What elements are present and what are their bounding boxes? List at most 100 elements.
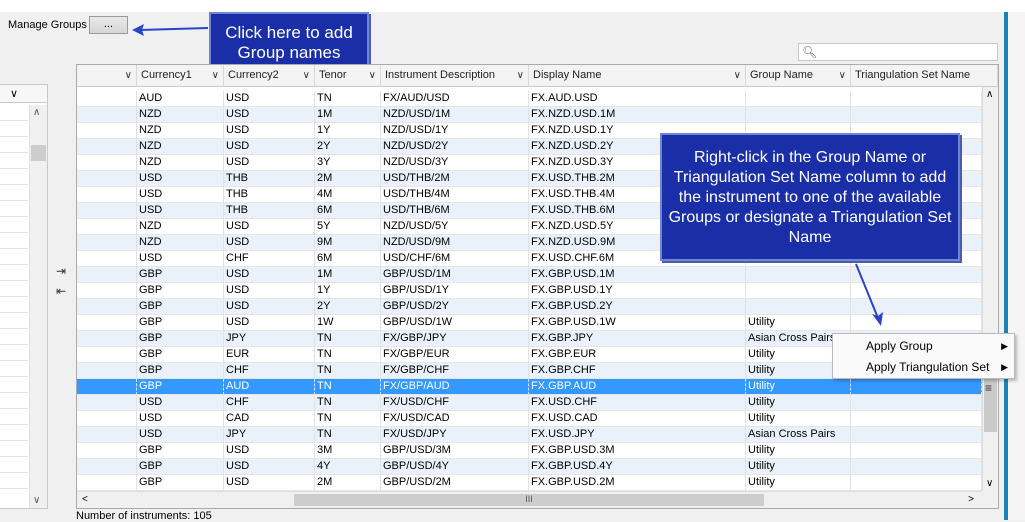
cell-group-name[interactable]: Utility <box>746 315 851 331</box>
cell-currency2[interactable]: JPY <box>224 427 315 443</box>
cell-currency2[interactable]: AUD <box>224 379 315 395</box>
grid-vertical-scrollbar[interactable]: ∧ ∨ <box>982 87 998 491</box>
cell-select[interactable] <box>77 363 137 379</box>
cell-currency2[interactable]: USD <box>224 267 315 283</box>
column-header-triangulation-set-name[interactable]: Triangulation Set Name <box>851 65 998 87</box>
column-header-display-name[interactable]: Display Name ∨ <box>529 65 746 87</box>
cell-group-name[interactable]: Utility <box>746 459 851 475</box>
column-header-tenor[interactable]: Tenor ∨ <box>315 65 381 87</box>
cell-currency2[interactable]: USD <box>224 459 315 475</box>
cell-tenor[interactable]: 4Y <box>315 459 381 475</box>
move-right-icon[interactable]: ⇥ <box>56 264 74 284</box>
cell-tenor[interactable]: 1W <box>315 315 381 331</box>
scroll-left-icon[interactable]: < <box>82 494 88 505</box>
cell-instrument-description[interactable]: NZD/USD/3Y <box>381 155 529 171</box>
menu-item-apply-group[interactable]: Apply Group ▶ <box>833 336 1014 356</box>
cell-triangulation-set-name[interactable] <box>851 395 982 411</box>
search-input[interactable]: 🔍︎ <box>798 43 998 61</box>
scroll-thumb[interactable] <box>31 145 46 161</box>
cell-currency1[interactable]: GBP <box>137 459 224 475</box>
cell-select[interactable] <box>77 331 137 347</box>
cell-currency2[interactable]: USD <box>224 155 315 171</box>
cell-select[interactable] <box>77 155 137 171</box>
cell-tenor[interactable]: 6M <box>315 203 381 219</box>
cell-tenor[interactable]: 9M <box>315 235 381 251</box>
chevron-down-icon[interactable]: ∨ <box>125 65 132 86</box>
cell-select[interactable] <box>77 171 137 187</box>
cell-group-name[interactable] <box>746 283 851 299</box>
cell-display-name[interactable]: FX.GBP.USD.4Y <box>529 459 746 475</box>
cell-tenor[interactable]: 6M <box>315 251 381 267</box>
cell-currency1[interactable]: GBP <box>137 347 224 363</box>
cell-instrument-description[interactable]: GBP/USD/2M <box>381 475 529 491</box>
cell-currency2[interactable]: USD <box>224 299 315 315</box>
cell-display-name[interactable]: FX.GBP.USD.1Y <box>529 283 746 299</box>
manage-groups-button[interactable]: ... <box>89 16 128 34</box>
cell-tenor[interactable]: 2M <box>315 171 381 187</box>
table-row[interactable]: GBP USD 2M GBP/USD/2M FX.GBP.USD.2M Utility <box>77 475 982 491</box>
cell-tenor[interactable]: 2M <box>315 475 381 491</box>
cell-currency1[interactable]: GBP <box>137 299 224 315</box>
cell-select[interactable] <box>77 443 137 459</box>
cell-tenor[interactable]: TN <box>315 91 381 107</box>
cell-select[interactable] <box>77 459 137 475</box>
cell-display-name[interactable]: FX.GBP.AUD <box>529 379 746 395</box>
cell-instrument-description[interactable]: FX/GBP/CHF <box>381 363 529 379</box>
cell-instrument-description[interactable]: USD/CHF/6M <box>381 251 529 267</box>
cell-tenor[interactable]: 5Y <box>315 219 381 235</box>
table-row[interactable]: NZD USD 1M NZD/USD/1M FX.NZD.USD.1M <box>77 107 982 123</box>
cell-instrument-description[interactable]: GBP/USD/3M <box>381 443 529 459</box>
cell-instrument-description[interactable]: NZD/USD/2Y <box>381 139 529 155</box>
cell-display-name[interactable]: FX.NZD.USD.1M <box>529 107 746 123</box>
cell-select[interactable] <box>77 427 137 443</box>
cell-select[interactable] <box>77 283 137 299</box>
cell-tenor[interactable]: TN <box>315 363 381 379</box>
cell-display-name[interactable]: FX.GBP.USD.2M <box>529 475 746 491</box>
cell-currency2[interactable]: USD <box>224 91 315 107</box>
cell-triangulation-set-name[interactable] <box>851 91 982 107</box>
cell-tenor[interactable]: TN <box>315 411 381 427</box>
cell-instrument-description[interactable]: FX/AUD/USD <box>381 91 529 107</box>
cell-instrument-description[interactable]: USD/THB/4M <box>381 187 529 203</box>
cell-tenor[interactable]: TN <box>315 331 381 347</box>
cell-tenor[interactable]: TN <box>315 427 381 443</box>
cell-currency2[interactable]: THB <box>224 187 315 203</box>
cell-currency1[interactable]: USD <box>137 187 224 203</box>
table-row[interactable]: USD CAD TN FX/USD/CAD FX.USD.CAD Utility <box>77 411 982 427</box>
cell-currency2[interactable]: EUR <box>224 347 315 363</box>
cell-currency2[interactable]: USD <box>224 283 315 299</box>
cell-instrument-description[interactable]: FX/USD/JPY <box>381 427 529 443</box>
cell-tenor[interactable]: TN <box>315 395 381 411</box>
table-row[interactable]: USD JPY TN FX/USD/JPY FX.USD.JPY Asian Cross … <box>77 427 982 443</box>
cell-instrument-description[interactable]: GBP/USD/1Y <box>381 283 529 299</box>
cell-select[interactable] <box>77 315 137 331</box>
cell-currency2[interactable]: USD <box>224 443 315 459</box>
cell-triangulation-set-name[interactable] <box>851 379 982 395</box>
cell-currency1[interactable]: USD <box>137 411 224 427</box>
table-row[interactable]: GBP AUD TN FX/GBP/AUD FX.GBP.AUD Utility <box>77 379 982 395</box>
cell-currency1[interactable]: NZD <box>137 235 224 251</box>
cell-display-name[interactable]: FX.GBP.EUR <box>529 347 746 363</box>
column-header-instrument-description[interactable]: Instrument Description ∨ <box>381 65 529 87</box>
cell-group-name[interactable]: Utility <box>746 411 851 427</box>
cell-display-name[interactable]: FX.AUD.USD <box>529 91 746 107</box>
cell-currency1[interactable]: USD <box>137 203 224 219</box>
cell-currency2[interactable]: USD <box>224 219 315 235</box>
cell-select[interactable] <box>77 123 137 139</box>
cell-group-name[interactable]: Utility <box>746 475 851 491</box>
column-header-currency2[interactable]: Currency2 ∨ <box>224 65 315 87</box>
cell-display-name[interactable]: FX.USD.CAD <box>529 411 746 427</box>
cell-triangulation-set-name[interactable] <box>851 459 982 475</box>
cell-select[interactable] <box>77 299 137 315</box>
cell-triangulation-set-name[interactable] <box>851 443 982 459</box>
cell-currency1[interactable]: GBP <box>137 379 224 395</box>
cell-currency1[interactable]: GBP <box>137 283 224 299</box>
cell-instrument-description[interactable]: NZD/USD/5Y <box>381 219 529 235</box>
cell-currency2[interactable]: CAD <box>224 411 315 427</box>
cell-currency2[interactable]: CHF <box>224 251 315 267</box>
cell-currency1[interactable]: GBP <box>137 267 224 283</box>
cell-instrument-description[interactable]: FX/GBP/EUR <box>381 347 529 363</box>
cell-instrument-description[interactable]: GBP/USD/4Y <box>381 459 529 475</box>
cell-instrument-description[interactable]: NZD/USD/9M <box>381 235 529 251</box>
table-row[interactable]: GBP USD 2Y GBP/USD/2Y FX.GBP.USD.2Y <box>77 299 982 315</box>
